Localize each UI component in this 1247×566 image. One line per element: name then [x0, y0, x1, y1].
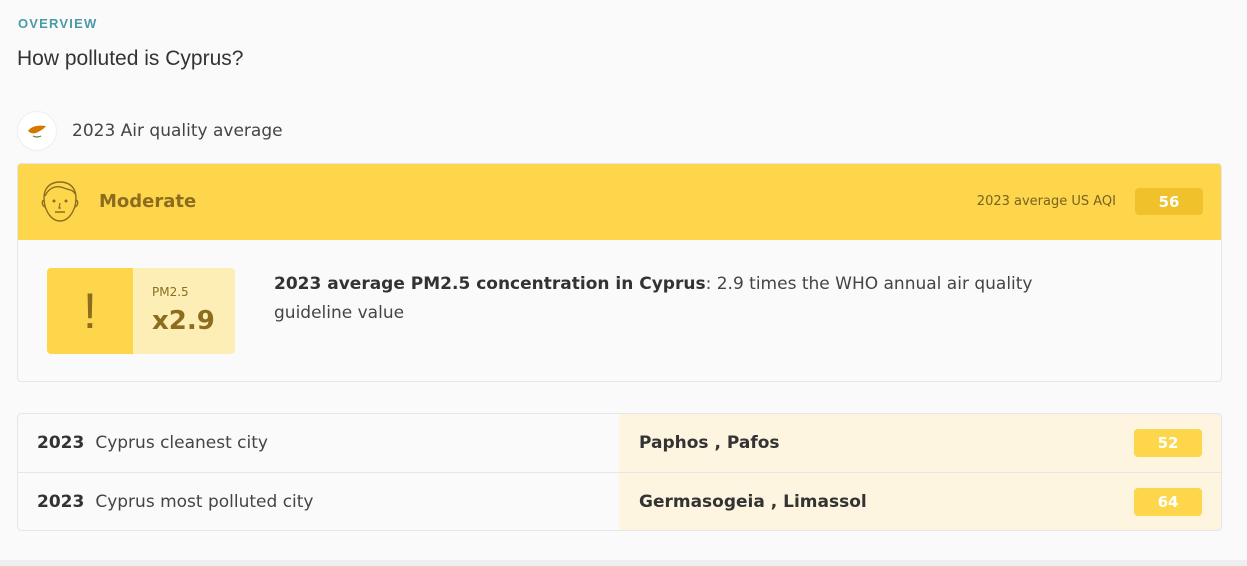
aqi-label: 2023 average US AQI	[976, 194, 1116, 209]
table-row: 2023 Cyprus cleanest city Paphos , Pafos…	[18, 414, 1221, 472]
row-caption: Cyprus most polluted city	[95, 492, 314, 512]
city-ranking-table: 2023 Cyprus cleanest city Paphos , Pafos…	[17, 413, 1222, 531]
city-aqi-badge: 52	[1134, 429, 1202, 457]
average-header: 2023 Air quality average	[18, 112, 283, 150]
pm25-description-bold: 2023 average PM2.5 concentration in Cypr…	[274, 274, 706, 294]
row-caption: Cyprus cleanest city	[95, 433, 268, 453]
row-year: 2023	[37, 433, 85, 453]
table-row: 2023 Cyprus most polluted city Germasoge…	[18, 472, 1221, 530]
average-label: 2023 Air quality average	[72, 121, 283, 141]
pm25-label: PM2.5	[152, 285, 189, 299]
row-label: 2023 Cyprus most polluted city	[18, 473, 619, 530]
divider	[0, 560, 1247, 566]
pm25-value-box: PM2.5 x2.9	[133, 268, 235, 354]
warning-icon: !	[47, 268, 133, 354]
city-link[interactable]: Paphos , Pafos	[639, 433, 780, 453]
cyprus-flag-icon	[18, 112, 56, 150]
face-icon	[41, 181, 79, 222]
section-label: OVERVIEW	[18, 16, 98, 31]
aqi-card: Moderate 2023 average US AQI 56 ! PM2.5 …	[17, 163, 1222, 382]
pm25-indicator: ! PM2.5 x2.9	[47, 268, 235, 354]
row-year: 2023	[37, 492, 85, 512]
pm25-multiplier: x2.9	[152, 306, 215, 336]
row-label: 2023 Cyprus cleanest city	[18, 414, 619, 472]
city-link[interactable]: Germasogeia , Limassol	[639, 492, 867, 512]
city-cell[interactable]: Paphos , Pafos 52	[619, 414, 1221, 472]
page-title: How polluted is Cyprus?	[17, 47, 244, 70]
aqi-value-badge: 56	[1135, 188, 1203, 215]
city-cell[interactable]: Germasogeia , Limassol 64	[619, 473, 1221, 530]
aqi-level: Moderate	[99, 191, 197, 212]
aqi-card-header: Moderate 2023 average US AQI 56	[18, 164, 1221, 240]
city-aqi-badge: 64	[1134, 488, 1202, 516]
pm25-description: 2023 average PM2.5 concentration in Cypr…	[274, 270, 1104, 328]
